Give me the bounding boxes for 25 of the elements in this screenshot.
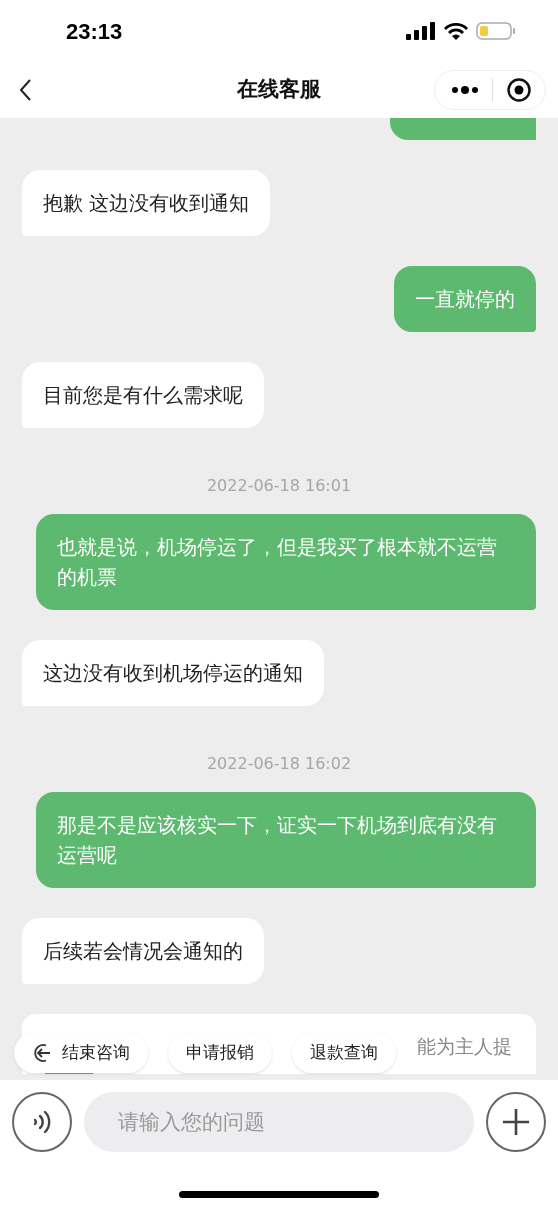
message-bubble: 这边没有收到机场停运的通知 (22, 640, 324, 706)
voice-button[interactable] (12, 1092, 72, 1152)
message-input[interactable]: 请输入您的问题 (84, 1092, 474, 1152)
message-bubble: 那是不是应该核实一下，证实一下机场到底有没有运营呢 (36, 792, 536, 888)
quick-reply-button[interactable]: 申请报销 (168, 1033, 272, 1073)
message-bubble: 也就是说，机场停运了，但是我买了根本就不运营的机票 (36, 514, 536, 610)
message-bubble: 后续若会情况会通知的 (22, 918, 264, 984)
message-bubble: 目前您是有什么需求呢 (22, 362, 264, 428)
quick-reply-button[interactable]: 结束咨询 (14, 1033, 148, 1073)
close-mini-program-icon[interactable] (506, 77, 532, 103)
timestamp: 2022-06-18 16:01 (206, 475, 352, 497)
voice-icon (32, 1110, 52, 1134)
battery-icon (476, 21, 516, 41)
message-text: 能为主人提 (417, 1034, 512, 1059)
status-time: 23:13 (66, 17, 123, 46)
add-button[interactable] (486, 1092, 546, 1152)
plus-icon (502, 1108, 530, 1136)
message-bubble: 抱歉 这边没有收到通知 (22, 170, 271, 236)
wifi-icon (444, 22, 468, 40)
quick-reply-button[interactable]: 退款查询 (292, 1033, 396, 1073)
message-bubble: 一直就停的 (394, 266, 536, 332)
signal-icon (406, 22, 436, 40)
page-title: 在线客服 (237, 76, 321, 104)
timestamp: 2022-06-18 16:02 (206, 753, 352, 775)
more-icon[interactable] (451, 85, 479, 95)
